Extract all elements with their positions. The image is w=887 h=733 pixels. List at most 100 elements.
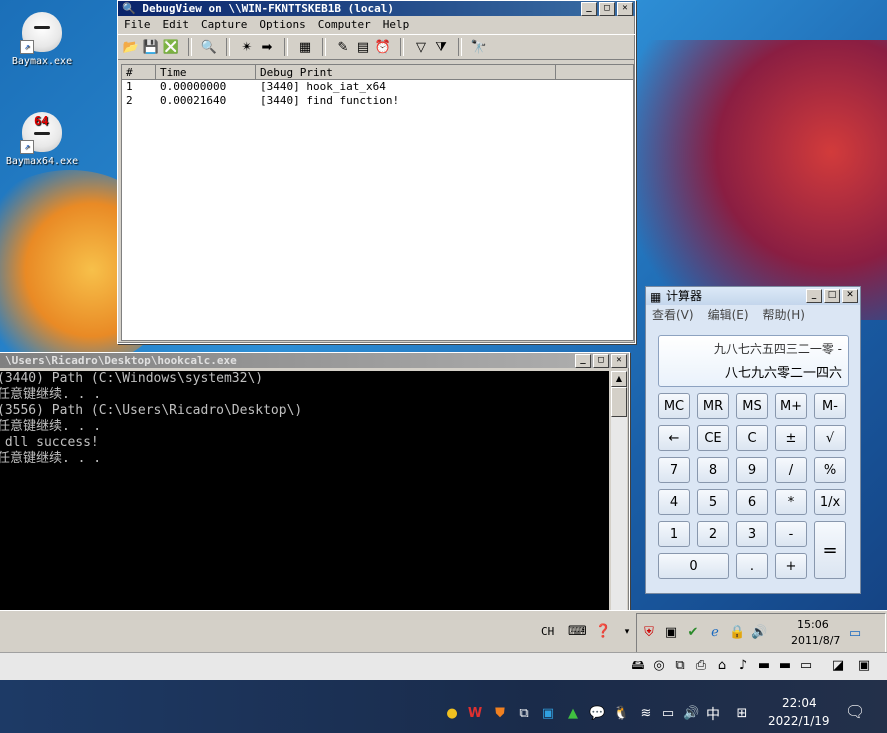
key-mr[interactable]: MR	[697, 393, 729, 419]
column-header-debug-print[interactable]: Debug Print	[256, 65, 556, 80]
menu-computer[interactable]: Computer	[312, 16, 377, 34]
scroll-thumb[interactable]	[611, 387, 627, 417]
key-4[interactable]: 4	[658, 489, 690, 515]
cloud-icon[interactable]: ▲	[565, 706, 581, 722]
usb-icon[interactable]: ⌂	[714, 658, 730, 674]
minimize-button[interactable]: _	[575, 354, 591, 368]
key-0[interactable]: 0	[658, 553, 729, 579]
menu-view[interactable]: 查看(V)	[652, 305, 694, 325]
maximize-button[interactable]: □	[599, 2, 615, 16]
maximize-button[interactable]: □	[593, 354, 609, 368]
capture-kernel-icon[interactable]: ▦	[296, 38, 314, 56]
debugview-titlebar[interactable]: 🔍 DebugView on \\WIN-FKNTTSKEB1B (local)…	[118, 1, 635, 16]
key-7[interactable]: 7	[658, 457, 690, 483]
ie-icon[interactable]: ℯ	[707, 625, 723, 641]
keyboard-icon[interactable]: ⌨	[568, 624, 587, 640]
binoculars-icon[interactable]: 🔭	[470, 38, 488, 56]
autoscroll-arrow-icon[interactable]: ➡	[258, 38, 276, 56]
console-output[interactable]: (3440) Path (C:\Windows\system32\) 任意键继续.…	[0, 371, 609, 611]
filter-icon[interactable]: ✎	[334, 38, 352, 56]
column-header-time[interactable]: Time	[156, 65, 256, 80]
key-ms[interactable]: MS	[736, 393, 768, 419]
key-multiply[interactable]: *	[775, 489, 807, 515]
key-decimal[interactable]: .	[736, 553, 768, 579]
key-sqrt[interactable]: √	[814, 425, 846, 451]
key-6[interactable]: 6	[736, 489, 768, 515]
vm-clock-time[interactable]: 15:06	[797, 618, 829, 631]
qq-icon[interactable]: 🐧	[613, 706, 629, 722]
screenshot-icon[interactable]: ▣	[540, 706, 556, 722]
menu-options[interactable]: Options	[253, 16, 311, 34]
ime-grid-icon[interactable]: ⊞	[734, 706, 750, 722]
host-clock-time[interactable]: 22:04	[782, 696, 817, 710]
clock-icon[interactable]: ⏰	[374, 38, 392, 56]
language-indicator[interactable]: CH	[541, 625, 554, 638]
key-backspace[interactable]: ←	[658, 425, 690, 451]
safe-remove-icon[interactable]: ✔	[685, 625, 701, 641]
key-c[interactable]: C	[736, 425, 768, 451]
list-row[interactable]: 1 0.00000000 [3440] hook_iat_x64	[122, 80, 633, 94]
clear-icon[interactable]: ❎	[162, 38, 180, 56]
console-scrollbar[interactable]: ▲	[611, 371, 627, 611]
column-header-num[interactable]: #	[122, 65, 156, 80]
speaker-icon[interactable]: 🔊	[683, 706, 699, 722]
device2-icon[interactable]: ▬	[777, 658, 793, 674]
key-equals[interactable]: =	[814, 521, 846, 579]
show-desktop-icon[interactable]: ▭	[847, 626, 863, 642]
wechat-icon[interactable]: 💬	[589, 706, 605, 722]
shield-icon[interactable]: ⛊	[492, 706, 508, 722]
capture-icon[interactable]: ✴	[238, 38, 256, 56]
menu-edit[interactable]: Edit	[157, 16, 196, 34]
key-5[interactable]: 5	[697, 489, 729, 515]
display-icon[interactable]: ▭	[798, 658, 814, 674]
host-clock-date[interactable]: 2022/1/19	[768, 714, 830, 728]
fullscreen-icon[interactable]: ▣	[856, 658, 872, 674]
open-folder-icon[interactable]: 📂	[122, 38, 140, 56]
ime-indicator[interactable]: 中	[706, 704, 720, 724]
key-mc[interactable]: MC	[658, 393, 690, 419]
key-2[interactable]: 2	[697, 521, 729, 547]
key-m-plus[interactable]: M+	[775, 393, 807, 419]
filter-funnel-icon[interactable]: ⧩	[432, 38, 450, 56]
maximize-button[interactable]: □	[824, 289, 840, 303]
hdd-icon[interactable]: 🖴	[630, 658, 646, 674]
wps-icon[interactable]: W	[467, 706, 483, 722]
menu-help[interactable]: 帮助(H)	[763, 305, 805, 325]
battery-icon[interactable]: ▭	[660, 706, 676, 722]
volume-icon[interactable]: 🔊	[751, 625, 767, 641]
menu-edit[interactable]: 编辑(E)	[708, 305, 749, 325]
key-plus[interactable]: +	[775, 553, 807, 579]
close-button[interactable]: ✕	[617, 2, 633, 16]
security-alert-icon[interactable]: ⛨	[641, 625, 657, 641]
key-reciprocal[interactable]: 1/x	[814, 489, 846, 515]
network-adapter-icon[interactable]: ⧉	[672, 658, 688, 674]
network-icon[interactable]: ▣	[663, 625, 679, 641]
key-m-minus[interactable]: M-	[814, 393, 846, 419]
options-chevron-icon[interactable]: ▾	[619, 624, 635, 640]
debug-output-list[interactable]: # Time Debug Print 1 0.00000000 [3440] h…	[121, 64, 634, 341]
key-9[interactable]: 9	[736, 457, 768, 483]
app-tray-icon[interactable]: ●	[444, 706, 460, 722]
list-row[interactable]: 2 0.00021640 [3440] find function!	[122, 94, 633, 108]
key-ce[interactable]: CE	[697, 425, 729, 451]
clipboard-icon[interactable]: ⧉	[516, 706, 532, 722]
key-8[interactable]: 8	[697, 457, 729, 483]
find-icon[interactable]: 🔍	[200, 38, 218, 56]
highlight-icon[interactable]: ▤	[354, 38, 372, 56]
wifi-icon[interactable]: ≋	[638, 706, 654, 722]
menu-file[interactable]: File	[118, 16, 157, 34]
device-icon[interactable]: ▬	[756, 658, 772, 674]
minimize-button[interactable]: _	[581, 2, 597, 16]
menu-help[interactable]: Help	[377, 16, 416, 34]
desktop-icon-baymax64[interactable]: 64 ↗ Baymax64.exe	[2, 112, 82, 167]
note-icon[interactable]: ◪	[830, 658, 846, 674]
console-titlebar[interactable]: \Users\Ricadro\Desktop\hookcalc.exe _ □ …	[0, 353, 629, 368]
vm-clock-date[interactable]: 2011/8/7	[791, 634, 840, 647]
scroll-up-arrow-icon[interactable]: ▲	[611, 371, 627, 387]
key-1[interactable]: 1	[658, 521, 690, 547]
close-button[interactable]: ✕	[842, 289, 858, 303]
key-3[interactable]: 3	[736, 521, 768, 547]
printer-icon[interactable]: ⎙	[693, 658, 709, 674]
key-percent[interactable]: %	[814, 457, 846, 483]
calculator-titlebar[interactable]: ▦ 计算器 _ □ ✕	[646, 287, 860, 305]
